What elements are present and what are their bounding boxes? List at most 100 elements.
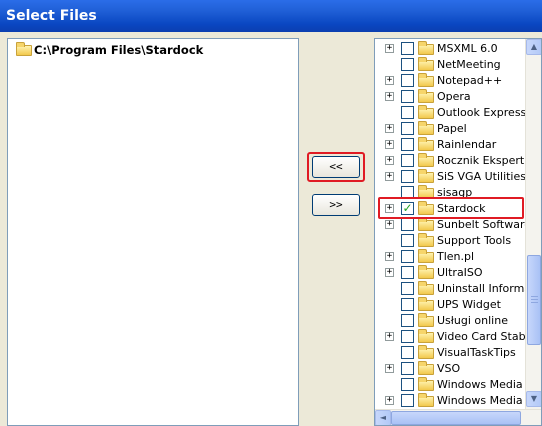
tree-item[interactable]: + Notepad++ <box>375 73 526 89</box>
tree-item[interactable]: + Video Card Stability <box>375 329 526 345</box>
folder-icon <box>418 153 434 167</box>
tree-item[interactable]: Windows Media Co <box>375 377 526 393</box>
folder-icon <box>418 121 434 135</box>
tree-item[interactable]: + SiS VGA Utilities V3 <box>375 169 526 185</box>
tree-item-label: VSO <box>437 362 461 375</box>
expand-plus-icon[interactable]: + <box>385 124 394 133</box>
tree-item-checkbox[interactable] <box>401 394 414 407</box>
tree-item-label: Support Tools <box>437 234 512 247</box>
folder-icon <box>418 217 434 231</box>
stardock-row-highlight <box>378 197 524 219</box>
expand-plus-icon[interactable]: + <box>385 140 394 149</box>
tree-item[interactable]: Usługi online <box>375 313 526 329</box>
folder-icon <box>16 41 32 56</box>
tree-item-label: Rocznik Ekspert 20 <box>437 154 526 167</box>
tree-item-label: Tlen.pl <box>437 250 475 263</box>
tree-item-checkbox[interactable] <box>401 106 414 119</box>
tree-item[interactable]: + Papel <box>375 121 526 137</box>
expand-plus-icon[interactable]: + <box>385 332 394 341</box>
tree-item-label: VisualTaskTips <box>437 346 516 359</box>
tree-item-checkbox[interactable] <box>401 74 414 87</box>
vertical-scrollbar[interactable]: ▲ ▼ <box>525 39 541 409</box>
expand-plus-icon[interactable]: + <box>385 76 394 85</box>
scroll-down-icon[interactable]: ▼ <box>526 391 541 407</box>
horizontal-scrollbar[interactable]: ◄ <box>375 409 541 425</box>
tree-item-label: Papel <box>437 122 467 135</box>
tree-item-checkbox[interactable] <box>401 362 414 375</box>
tree-item-label: Windows Media Pla <box>437 394 526 407</box>
tree-item-label: Opera <box>437 90 471 103</box>
tree-item-checkbox[interactable] <box>401 250 414 263</box>
folder-icon <box>418 361 434 375</box>
tree-item-checkbox[interactable] <box>401 298 414 311</box>
tree-item[interactable]: + MSXML 6.0 <box>375 41 526 57</box>
tree-item-checkbox[interactable] <box>401 154 414 167</box>
tree-item-checkbox[interactable] <box>401 330 414 343</box>
tree-item-checkbox[interactable] <box>401 170 414 183</box>
folder-icon <box>418 377 434 391</box>
expand-plus-icon[interactable]: + <box>385 156 394 165</box>
tree-item[interactable]: + VSO <box>375 361 526 377</box>
folder-icon <box>418 249 434 263</box>
folder-icon <box>418 233 434 247</box>
tree-item[interactable]: + UltraISO <box>375 265 526 281</box>
expand-plus-icon[interactable]: + <box>385 252 394 261</box>
expand-plus-icon[interactable]: + <box>385 364 394 373</box>
tree-item[interactable]: UPS Widget <box>375 297 526 313</box>
tree-item[interactable]: NetMeeting <box>375 57 526 73</box>
expand-plus-icon[interactable]: + <box>385 172 394 181</box>
folder-icon <box>418 393 434 407</box>
folder-icon <box>418 265 434 279</box>
horizontal-scroll-thumb[interactable] <box>391 411 521 425</box>
tree-item-label: Windows Media Co <box>437 378 526 391</box>
tree-item[interactable]: + Sunbelt Software <box>375 217 526 233</box>
folder-icon <box>418 41 434 55</box>
folder-tree-pane[interactable]: + MSXML 6.0 NetMeeting + Notepad++ + Opera Outl… <box>374 38 542 426</box>
vertical-scroll-thumb[interactable] <box>527 255 541 345</box>
expand-plus-icon[interactable]: + <box>385 396 394 405</box>
window-title-bar[interactable]: Select Files <box>0 0 542 32</box>
tree-item-checkbox[interactable] <box>401 266 414 279</box>
tree-item-checkbox[interactable] <box>401 346 414 359</box>
selected-files-pane[interactable]: C:\Program Files\Stardock <box>7 38 299 426</box>
expand-plus-icon[interactable]: + <box>385 44 394 53</box>
tree-item[interactable]: + Tlen.pl <box>375 249 526 265</box>
folder-icon <box>418 73 434 87</box>
remove-button[interactable]: >> <box>312 194 360 216</box>
tree-item[interactable]: VisualTaskTips <box>375 345 526 361</box>
tree-item-label: Notepad++ <box>437 74 503 87</box>
tree-item[interactable]: + Opera <box>375 89 526 105</box>
tree-item-label: UPS Widget <box>437 298 501 311</box>
tree-item[interactable]: + Rocznik Ekspert 20 <box>375 153 526 169</box>
tree-item[interactable]: Uninstall Informatic <box>375 281 526 297</box>
tree-item-checkbox[interactable] <box>401 42 414 55</box>
tree-item-checkbox[interactable] <box>401 314 414 327</box>
tree-item-checkbox[interactable] <box>401 138 414 151</box>
scroll-up-icon[interactable]: ▲ <box>526 39 541 55</box>
tree-item-label: Outlook Express <box>437 106 526 119</box>
tree-item-checkbox[interactable] <box>401 122 414 135</box>
tree-item-checkbox[interactable] <box>401 282 414 295</box>
tree-item-checkbox[interactable] <box>401 90 414 103</box>
tree-item-checkbox[interactable] <box>401 378 414 391</box>
tree-item-checkbox[interactable] <box>401 218 414 231</box>
expand-plus-icon[interactable]: + <box>385 268 394 277</box>
tree-item-checkbox[interactable] <box>401 234 414 247</box>
expand-plus-icon[interactable]: + <box>385 92 394 101</box>
tree-item[interactable]: Support Tools <box>375 233 526 249</box>
expand-plus-icon[interactable]: + <box>385 220 394 229</box>
tree-item[interactable]: Outlook Express <box>375 105 526 121</box>
tree-item-label: UltraISO <box>437 266 483 279</box>
folder-icon <box>418 329 434 343</box>
tree-item-checkbox[interactable] <box>401 58 414 71</box>
selected-folder-item[interactable]: C:\Program Files\Stardock <box>16 41 203 57</box>
folder-icon <box>418 345 434 359</box>
grip-line <box>531 302 538 303</box>
add-button[interactable]: << <box>312 156 360 178</box>
tree-item-label: SiS VGA Utilities V3 <box>437 170 526 183</box>
tree-item[interactable]: + Windows Media Pla <box>375 393 526 409</box>
folder-icon <box>418 169 434 183</box>
tree-item[interactable]: + Rainlendar <box>375 137 526 153</box>
folder-tree[interactable]: + MSXML 6.0 NetMeeting + Notepad++ + Opera Outl… <box>375 41 526 409</box>
scroll-left-icon[interactable]: ◄ <box>375 410 391 425</box>
